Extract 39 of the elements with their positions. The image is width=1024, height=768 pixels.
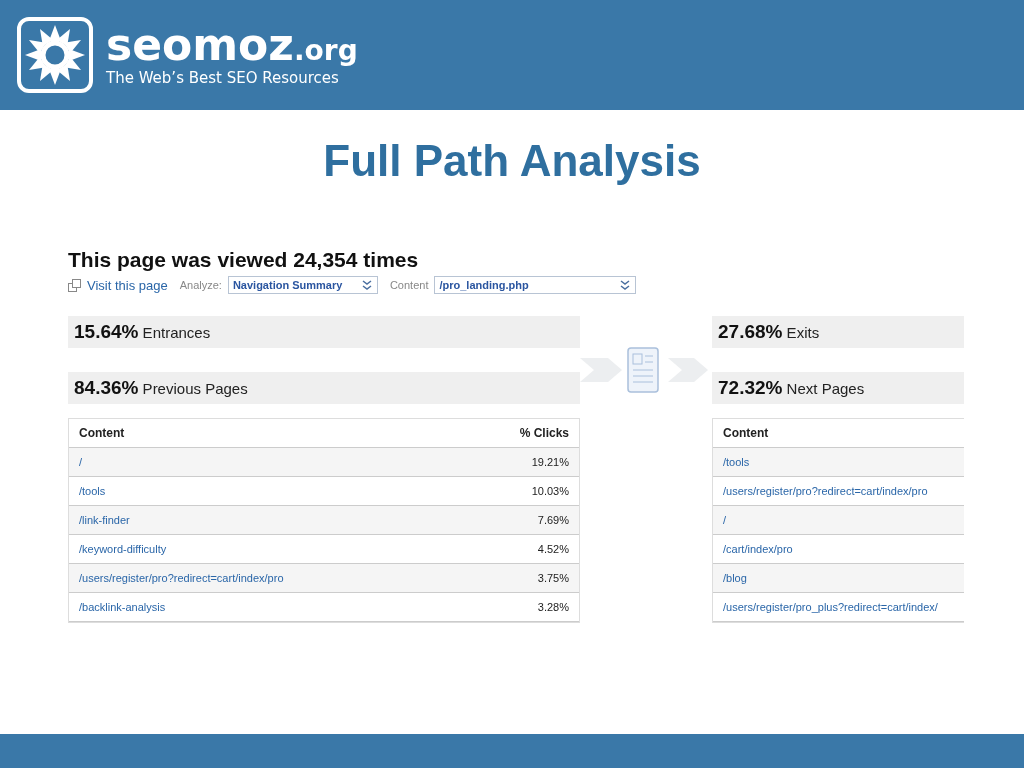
column-header: Content: [723, 426, 769, 440]
chevron-icon: [360, 279, 373, 291]
report-heading: This page was viewed 24,354 times: [68, 248, 420, 272]
page-link[interactable]: /link-finder: [79, 514, 130, 526]
tagline: The Web’s Best SEO Resources: [106, 69, 340, 87]
page-link[interactable]: /blog: [723, 572, 747, 584]
page-link[interactable]: /cart/index/pro: [723, 543, 793, 555]
column-header: % Clicks: [519, 426, 569, 440]
page-link[interactable]: /tools: [79, 485, 106, 497]
analyze-label: Analyze:: [179, 279, 222, 291]
content-dropdown[interactable]: /pro_landing.php: [434, 276, 637, 294]
star-logo-icon: [16, 16, 94, 94]
page-link[interactable]: /keyword-difficulty: [79, 543, 167, 555]
external-link-icon: [68, 278, 81, 292]
stat-bar: 27.68% Exits: [712, 316, 964, 348]
table-cell: 3.28%: [537, 601, 569, 613]
column-header: Content: [79, 426, 125, 440]
table-cell: 4.52%: [537, 543, 569, 555]
stat-bar: 72.32% Next Pages: [712, 372, 964, 404]
page-link[interactable]: /: [723, 514, 727, 526]
stat-bar: 84.36% Previous Pages: [68, 372, 580, 404]
page-link[interactable]: /users/register/pro?redirect=cart/index/pro: [79, 572, 284, 584]
chevron-icon: [619, 279, 632, 291]
table-cell: 19.21%: [531, 456, 569, 468]
table-cell: 7.69%: [537, 514, 569, 526]
table-cell: 3.75%: [537, 572, 569, 584]
analyze-dropdown[interactable]: Navigation Summary: [227, 276, 378, 294]
page-link[interactable]: /backlink-analysis: [79, 601, 166, 613]
visit-page-link[interactable]: Visit this page: [87, 277, 168, 293]
stat-bar: 15.64% Entrances: [68, 316, 580, 348]
logo-suffix: .org: [293, 34, 358, 67]
table-cell: 10.03%: [531, 485, 569, 497]
page-link[interactable]: /users/register/pro_plus?redirect=cart/index/: [723, 601, 938, 613]
content-label: Content: [389, 279, 429, 291]
page-link[interactable]: /users/register/pro?redirect=cart/index/pro: [723, 485, 928, 497]
slide-title: Full Path Analysis: [322, 136, 702, 187]
page-link[interactable]: /: [79, 456, 83, 468]
page-link[interactable]: /tools: [723, 456, 750, 468]
logo-wordmark: seomoz: [106, 19, 294, 70]
